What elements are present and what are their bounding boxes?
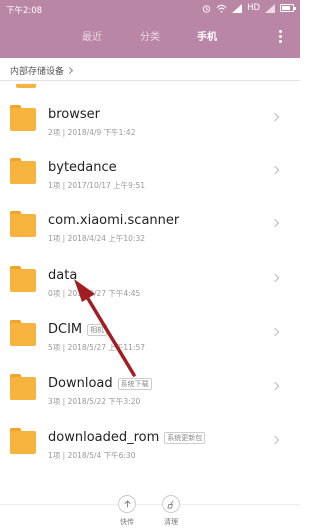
more-options-icon[interactable] — [279, 30, 282, 43]
folder-meta: 1项 | 2018/4/24 上午10:32 — [48, 234, 146, 243]
folder-name-text: bytedance — [48, 160, 117, 175]
breadcrumb-label: 内部存储设备 — [10, 67, 65, 77]
folder-tag: 系统下载 — [117, 377, 152, 390]
folder-name: data — [48, 268, 77, 283]
chevron-right-icon — [270, 165, 280, 175]
folder-icon — [10, 428, 36, 454]
folder-name: Download 系统下载 — [48, 376, 152, 391]
folder-icon-partial — [16, 84, 36, 88]
folder-icon — [10, 374, 36, 400]
broom-icon — [162, 495, 180, 513]
battery-level — [282, 6, 290, 10]
folder-meta: 1项 | 2017/10/17 上午9:51 — [48, 181, 146, 190]
tab-bar: 最近 分类 手机 — [0, 28, 300, 46]
network-type: HD — [247, 3, 260, 13]
folder-meta: 1项 | 2018/5/4 下午6:30 — [48, 451, 136, 460]
folder-row-download[interactable]: Download 系统下载 3项 | 2018/5/22 下午3:20 — [0, 364, 300, 416]
chevron-right-icon — [270, 381, 280, 391]
bottom-toolbar: 快传 清理 — [0, 495, 300, 532]
folder-name-text: browser — [48, 107, 101, 122]
folder-name-text: DCIM — [48, 322, 83, 337]
folder-icon — [10, 320, 36, 346]
folder-tag: 相机 — [87, 323, 108, 336]
folder-row-bytedance[interactable]: bytedance 1项 | 2017/10/17 上午9:51 — [0, 148, 300, 200]
folder-icon — [10, 105, 36, 131]
folder-name: browser — [48, 107, 100, 122]
status-indicators: HD — [202, 3, 296, 13]
folder-name: com.xiaomi.scanner — [48, 213, 179, 228]
folder-icon — [10, 158, 36, 184]
folder-name: bytedance — [48, 160, 117, 175]
folder-row-browser[interactable]: browser 2项 | 2018/4/9 下午1:42 — [0, 95, 300, 147]
chevron-right-icon — [270, 273, 280, 283]
chevron-right-icon — [270, 218, 280, 228]
folder-row-downloaded-rom[interactable]: downloaded_rom 系统更新包 1项 | 2018/5/4 下午6:30 — [0, 418, 300, 470]
folder-meta: 2项 | 2018/4/9 下午1:42 — [48, 128, 136, 137]
wifi-icon — [216, 4, 227, 13]
folder-name-text: Download — [48, 376, 113, 391]
folder-icon — [10, 211, 36, 237]
folder-row-dcim[interactable]: DCIM 相机 5项 | 2018/5/27 上午11:57 — [0, 310, 300, 362]
folder-name-text: downloaded_rom — [48, 430, 160, 445]
folder-icon — [10, 266, 36, 292]
tab-category[interactable]: 分类 — [140, 28, 160, 43]
tab-phone[interactable]: 手机 — [197, 28, 217, 43]
tab-recent[interactable]: 最近 — [82, 28, 102, 43]
folder-meta: 0项 | 2018/9/27 下午4:45 — [48, 289, 141, 298]
battery-icon — [280, 4, 296, 12]
breadcrumb[interactable]: 内部存储设备 — [10, 64, 74, 77]
folder-meta: 3项 | 2018/5/22 下午3:20 — [48, 397, 141, 406]
chevron-right-icon — [65, 66, 74, 75]
clean-label: 清理 — [164, 518, 178, 526]
folder-name-text: com.xiaomi.scanner — [48, 213, 180, 228]
chevron-right-icon — [270, 435, 280, 445]
signal-icon — [232, 3, 243, 13]
status-bar: 下午2:08 HD — [0, 0, 300, 18]
divider — [0, 80, 300, 81]
folder-name: DCIM 相机 — [48, 322, 108, 337]
folder-tag: 系统更新包 — [164, 431, 206, 444]
folder-meta: 5项 | 2018/5/27 上午11:57 — [48, 343, 146, 352]
signal-icon-2 — [265, 3, 275, 13]
status-time: 下午2:08 — [6, 6, 43, 16]
quick-transfer-label: 快传 — [120, 518, 134, 526]
folder-row-data[interactable]: data 0项 | 2018/9/27 下午4:45 — [0, 256, 300, 308]
folder-name-text: data — [48, 268, 78, 283]
quick-transfer-icon — [118, 495, 136, 513]
folder-name: downloaded_rom 系统更新包 — [48, 430, 206, 445]
folder-row-com-xiaomi-scanner[interactable]: com.xiaomi.scanner 1项 | 2018/4/24 上午10:3… — [0, 201, 300, 253]
app-header: 下午2:08 HD 最近 分类 手机 — [0, 0, 300, 58]
alarm-icon — [202, 4, 211, 13]
chevron-right-icon — [270, 112, 280, 122]
chevron-right-icon — [270, 327, 280, 337]
